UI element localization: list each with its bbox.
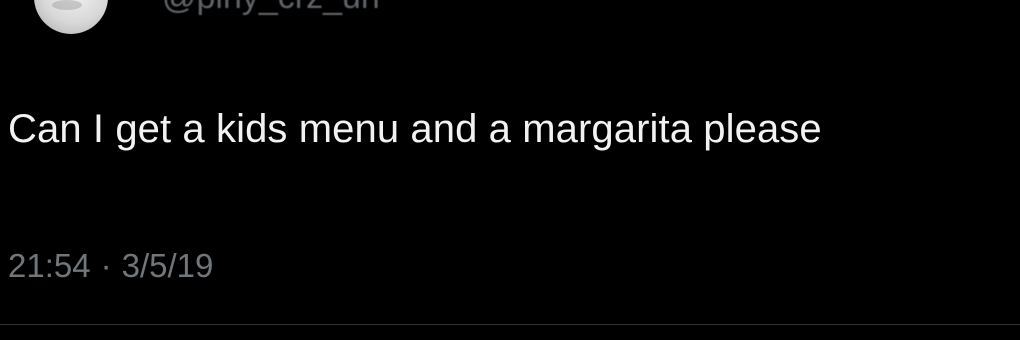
meta-separator: ·	[100, 247, 112, 284]
author-handle[interactable]: @piny_crz_uh	[162, 0, 380, 14]
tweet-date[interactable]: 3/5/19	[122, 247, 214, 284]
avatar[interactable]	[34, 0, 108, 34]
tweet-meta: 21:54 · 3/5/19	[8, 246, 213, 286]
tweet-time[interactable]: 21:54	[8, 247, 91, 284]
tweet: @piny_crz_uh Can I get a kids menu and a…	[0, 0, 1020, 340]
divider	[0, 324, 1020, 325]
tweet-text: Can I get a kids menu and a margarita pl…	[8, 107, 822, 151]
